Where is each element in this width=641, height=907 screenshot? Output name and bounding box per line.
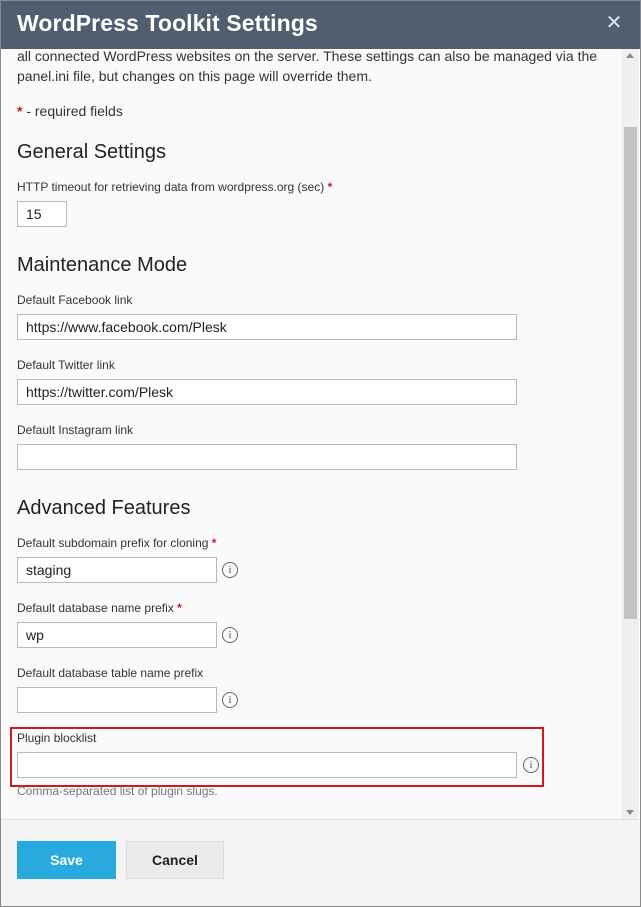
- required-fields-note: * - required fields: [17, 103, 123, 119]
- scrollbar-thumb[interactable]: [624, 127, 637, 619]
- required-note-text: - required fields: [22, 103, 123, 119]
- http-timeout-input[interactable]: [17, 201, 67, 227]
- general-settings-heading: General Settings: [17, 141, 166, 163]
- facebook-link-input[interactable]: [17, 314, 517, 340]
- twitter-link-input[interactable]: [17, 379, 517, 405]
- settings-dialog: WordPress Toolkit Settings ✕ all connect…: [0, 0, 641, 907]
- required-star: *: [177, 601, 182, 615]
- cancel-button[interactable]: Cancel: [126, 841, 224, 879]
- db-name-prefix-label: Default database name prefix *: [17, 601, 182, 615]
- dialog-titlebar: WordPress Toolkit Settings ✕: [1, 1, 640, 49]
- plugin-blocklist-label: Plugin blocklist: [17, 731, 97, 745]
- db-name-prefix-input[interactable]: [17, 622, 217, 648]
- plugin-blocklist-hint: Comma-separated list of plugin slugs.: [17, 784, 218, 798]
- dialog-footer: Save Cancel: [1, 819, 640, 906]
- info-icon[interactable]: i: [222, 692, 238, 708]
- vertical-scrollbar[interactable]: [622, 49, 639, 819]
- info-icon[interactable]: i: [222, 627, 238, 643]
- close-icon[interactable]: ✕: [604, 13, 624, 33]
- twitter-link-label: Default Twitter link: [17, 358, 115, 372]
- save-button[interactable]: Save: [17, 841, 116, 879]
- info-icon[interactable]: i: [523, 757, 539, 773]
- intro-text: all connected WordPress websites on the …: [17, 49, 598, 84]
- required-star: *: [327, 180, 333, 194]
- plugin-blocklist-input[interactable]: [17, 752, 517, 778]
- db-table-prefix-label: Default database table name prefix: [17, 666, 204, 680]
- dialog-content: all connected WordPress websites on the …: [1, 49, 623, 819]
- instagram-link-label: Default Instagram link: [17, 423, 134, 437]
- info-icon[interactable]: i: [222, 562, 238, 578]
- http-timeout-label-text: HTTP timeout for retrieving data from wo…: [17, 180, 325, 194]
- facebook-link-label: Default Facebook link: [17, 293, 133, 307]
- scroll-down-arrow-icon[interactable]: [626, 810, 634, 815]
- scroll-up-arrow-icon[interactable]: [626, 53, 634, 58]
- advanced-features-heading: Advanced Features: [17, 497, 191, 519]
- instagram-link-input[interactable]: [17, 444, 517, 470]
- db-table-prefix-input[interactable]: [17, 687, 217, 713]
- http-timeout-label: HTTP timeout for retrieving data from wo…: [17, 180, 332, 194]
- subdomain-prefix-label-text: Default subdomain prefix for cloning: [17, 536, 209, 550]
- subdomain-prefix-input[interactable]: [17, 557, 217, 583]
- dialog-title: WordPress Toolkit Settings: [17, 10, 318, 36]
- db-name-prefix-label-text: Default database name prefix: [17, 601, 174, 615]
- maintenance-mode-heading: Maintenance Mode: [17, 254, 188, 276]
- required-star: *: [211, 536, 217, 550]
- subdomain-prefix-label: Default subdomain prefix for cloning *: [17, 536, 216, 550]
